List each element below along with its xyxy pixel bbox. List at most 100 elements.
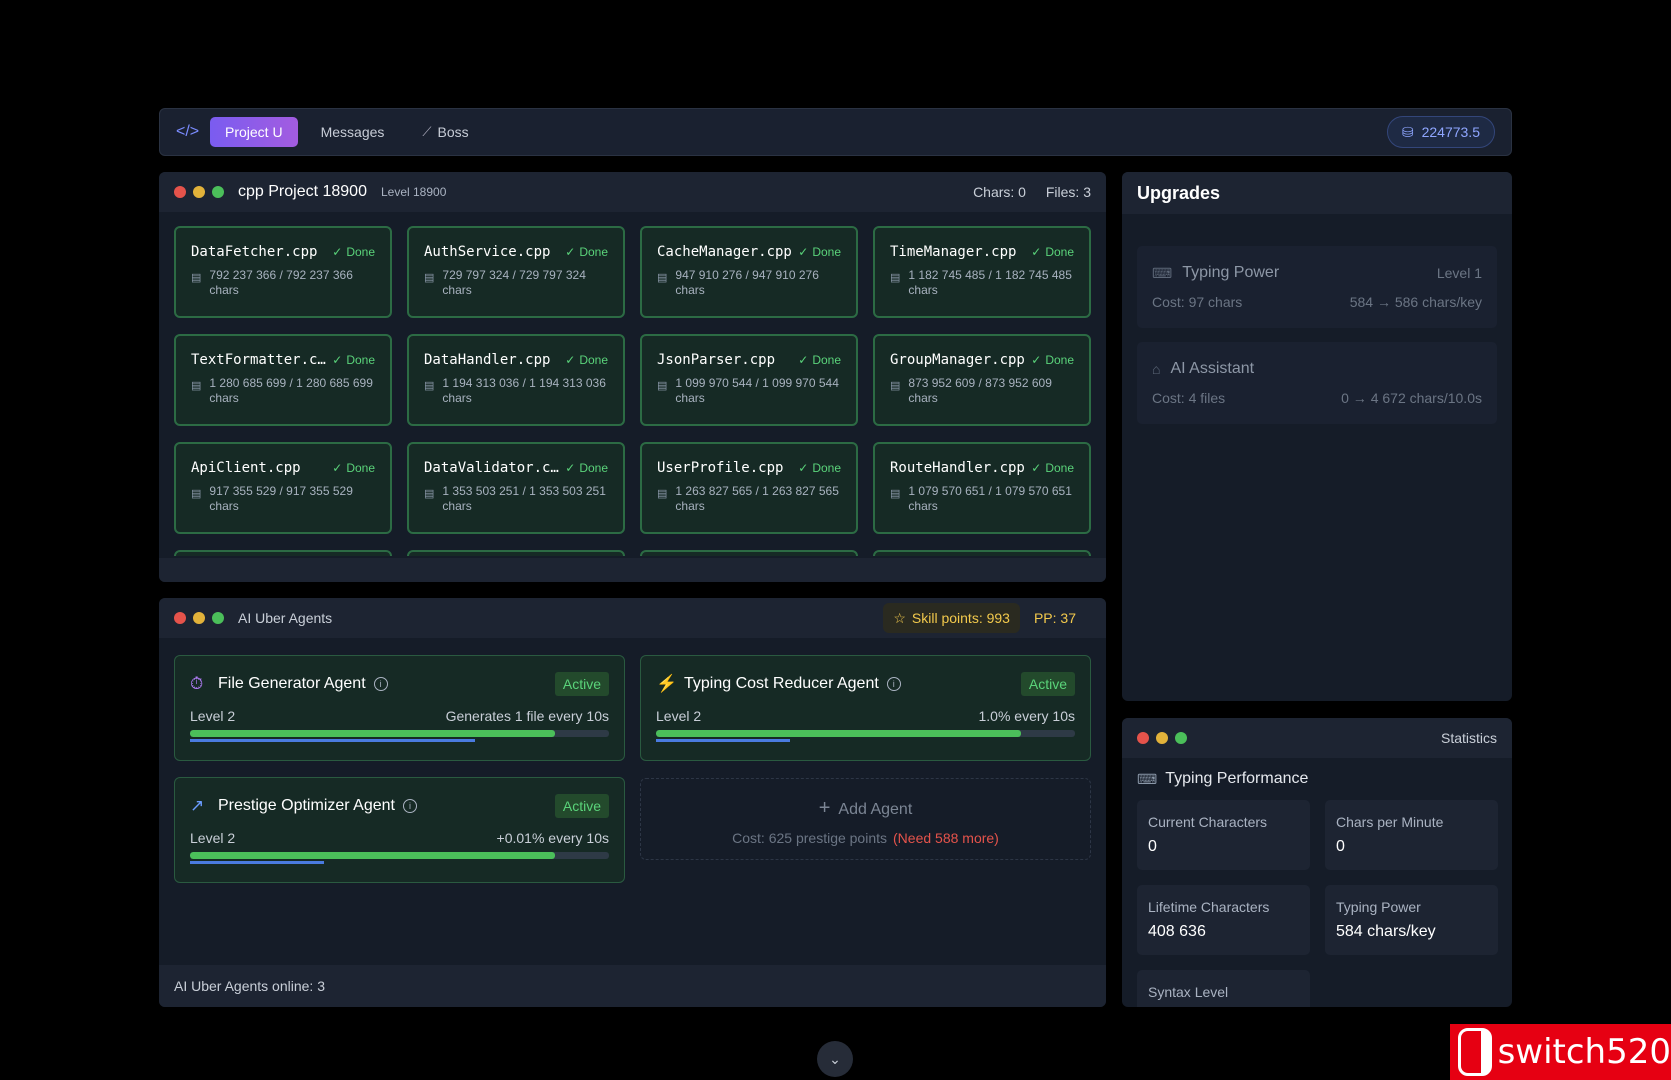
file-status: ✓ Done [1031, 353, 1074, 367]
file-status: ✓ Done [565, 353, 608, 367]
minimize-dot[interactable] [193, 612, 205, 624]
file-status: ✓ Done [798, 461, 841, 475]
file-card-partial[interactable] [640, 550, 858, 556]
file-status-label: Done [346, 245, 375, 259]
file-progress: 1 099 970 544 / 1 099 970 544 chars [675, 376, 838, 406]
file-card[interactable]: DataValidator.c… ✓ Done ▤ 1 353 503 251 / 1 … [407, 442, 625, 534]
file-progress: 792 237 366 / 792 237 366 chars [209, 268, 352, 298]
watermark-text: switch520 [1497, 1032, 1671, 1072]
tab-boss-label: Boss [437, 124, 469, 140]
file-progress-count: 947 910 276 / 947 910 276 [675, 268, 819, 282]
file-progress: 1 353 503 251 / 1 353 503 251 chars [442, 484, 605, 514]
agent-level: Level 2 [190, 708, 236, 724]
check-icon: ✓ [565, 245, 576, 259]
upgrade-typing-power[interactable]: ⌨ Typing Power Level 1 Cost: 97 chars 584 →… [1137, 246, 1497, 328]
stat-value: 0 [1148, 838, 1157, 855]
file-progress: 1 079 570 651 / 1 079 570 651 chars [908, 484, 1071, 514]
file-status: ✓ Done [798, 353, 841, 367]
skill-points-badge: ☆ Skill points: 993 [883, 603, 1020, 633]
balance-value: 224773.5 [1421, 124, 1480, 140]
minimize-dot[interactable] [1156, 732, 1168, 744]
prestige-points: PP: 37 [1033, 610, 1076, 626]
file-card[interactable]: GroupManager.cpp ✓ Done ▤ 873 952 609 / 873 … [873, 334, 1091, 426]
close-dot[interactable] [174, 186, 186, 198]
file-status-label: Done [1045, 461, 1074, 475]
file-card[interactable]: RouteHandler.cpp ✓ Done ▤ 1 079 570 651 / 1 … [873, 442, 1091, 534]
document-icon: ▤ [890, 272, 901, 284]
add-agent-need: (Need 588 more) [893, 830, 999, 846]
check-icon: ✓ [1031, 461, 1042, 475]
maximize-dot[interactable] [1175, 732, 1187, 744]
file-status: ✓ Done [565, 245, 608, 259]
agent-effect: 1.0% every 10s [978, 708, 1076, 724]
document-icon: ▤ [657, 380, 668, 392]
file-card[interactable]: JsonParser.cpp ✓ Done ▤ 1 099 970 544 / 1 09… [640, 334, 858, 426]
stat-lifetime-characters: Lifetime Characters 408 636 [1137, 885, 1310, 955]
file-card[interactable]: ApiClient.cpp ✓ Done ▤ 917 355 529 / 917 355… [174, 442, 392, 534]
add-agent-button[interactable]: + Add Agent Cost: 625 prestige points (Nee… [640, 778, 1091, 860]
document-icon: ▤ [890, 488, 901, 500]
agent-card-prestige-optimizer[interactable]: ↗ Prestige Optimizer Agent i Active Leve… [174, 777, 625, 883]
upgrade-name: Typing Power [1182, 264, 1280, 281]
file-status-label: Done [579, 353, 608, 367]
file-card[interactable]: DataFetcher.cpp ✓ Done ▤ 792 237 366 / 792 2… [174, 226, 392, 318]
status-badge: Active [554, 672, 609, 696]
info-icon[interactable]: i [373, 677, 388, 691]
stat-label: Typing Power [1336, 899, 1421, 915]
agent-sub-progress-bar [656, 739, 1075, 742]
upgrade-ai-assistant[interactable]: ⌂ AI Assistant Cost: 4 files 0 → 4 672 cha… [1137, 342, 1497, 424]
sub-progress-fill [190, 739, 475, 742]
check-icon: ✓ [798, 245, 809, 259]
info-icon[interactable]: i [402, 799, 417, 813]
tab-messages[interactable]: Messages [306, 117, 400, 147]
agent-progress-bar [190, 730, 609, 737]
upgrades-header: Upgrades [1122, 172, 1512, 214]
agent-card-file-generator[interactable]: ⏱ File Generator Agent i Active Level 2 G… [174, 655, 625, 761]
stat-current-characters: Current Characters 0 [1137, 800, 1310, 870]
file-card[interactable]: UserProfile.cpp ✓ Done ▤ 1 263 827 565 / 1 2… [640, 442, 858, 534]
file-card-partial[interactable] [174, 550, 392, 556]
file-progress-count: 1 182 745 485 / 1 182 745 485 [908, 268, 1072, 282]
upgrade-cost: Cost: 97 chars [1152, 294, 1243, 310]
files-grid: DataFetcher.cpp ✓ Done ▤ 792 237 366 / 792 2… [174, 226, 1091, 556]
close-dot[interactable] [174, 612, 186, 624]
file-progress: 1 263 827 565 / 1 263 827 565 chars [675, 484, 838, 514]
file-card[interactable]: TimeManager.cpp ✓ Done ▤ 1 182 745 485 / 1 1… [873, 226, 1091, 318]
stat-value: 584 chars/key [1336, 923, 1436, 940]
file-status: ✓ Done [565, 461, 608, 475]
tab-project-label: Project U [225, 124, 283, 140]
progress-fill [190, 852, 555, 859]
file-card[interactable]: TextFormatter.c… ✓ Done ▤ 1 280 685 699 / 1 … [174, 334, 392, 426]
file-card[interactable]: CacheManager.cpp ✓ Done ▤ 947 910 276 / 947 … [640, 226, 858, 318]
check-icon: ✓ [1031, 245, 1042, 259]
agent-card-typing-cost-reducer[interactable]: ⚡ Typing Cost Reducer Agent i Active Lev… [640, 655, 1091, 761]
file-progress-count: 729 797 324 / 729 797 324 [442, 268, 586, 282]
status-badge: Active [554, 794, 609, 818]
file-card[interactable]: DataHandler.cpp ✓ Done ▤ 1 194 313 036 / 1 1… [407, 334, 625, 426]
file-card[interactable]: AuthService.cpp ✓ Done ▤ 729 797 324 / 729 7… [407, 226, 625, 318]
tab-project[interactable]: Project U [210, 117, 298, 147]
tab-boss[interactable]: ⟋ Boss [407, 117, 483, 147]
agents-title: AI Uber Agents [238, 610, 333, 626]
statistics-label: Statistics [1440, 730, 1497, 746]
file-progress: 947 910 276 / 947 910 276 chars [675, 268, 818, 298]
check-icon: ✓ [332, 461, 343, 475]
file-card-partial[interactable] [407, 550, 625, 556]
maximize-dot[interactable] [212, 612, 224, 624]
window-controls [174, 612, 224, 624]
close-dot[interactable] [1137, 732, 1149, 744]
check-icon: ✓ [1031, 353, 1042, 367]
upgrade-level: Level 1 [1436, 265, 1482, 281]
scroll-down-button[interactable]: ⌄ [817, 1041, 853, 1077]
check-icon: ✓ [798, 461, 809, 475]
maximize-dot[interactable] [212, 186, 224, 198]
file-card-partial[interactable] [873, 550, 1091, 556]
file-progress-count: 873 952 609 / 873 952 609 [908, 376, 1052, 390]
file-progress-count: 1 079 570 651 / 1 079 570 651 [908, 484, 1072, 498]
file-progress-unit: chars [675, 391, 705, 405]
minimize-dot[interactable] [193, 186, 205, 198]
file-progress-count: 1 280 685 699 / 1 280 685 699 [209, 376, 373, 390]
info-icon[interactable]: i [886, 677, 901, 691]
file-progress-unit: chars [908, 283, 938, 297]
plus-icon: + [818, 797, 831, 819]
